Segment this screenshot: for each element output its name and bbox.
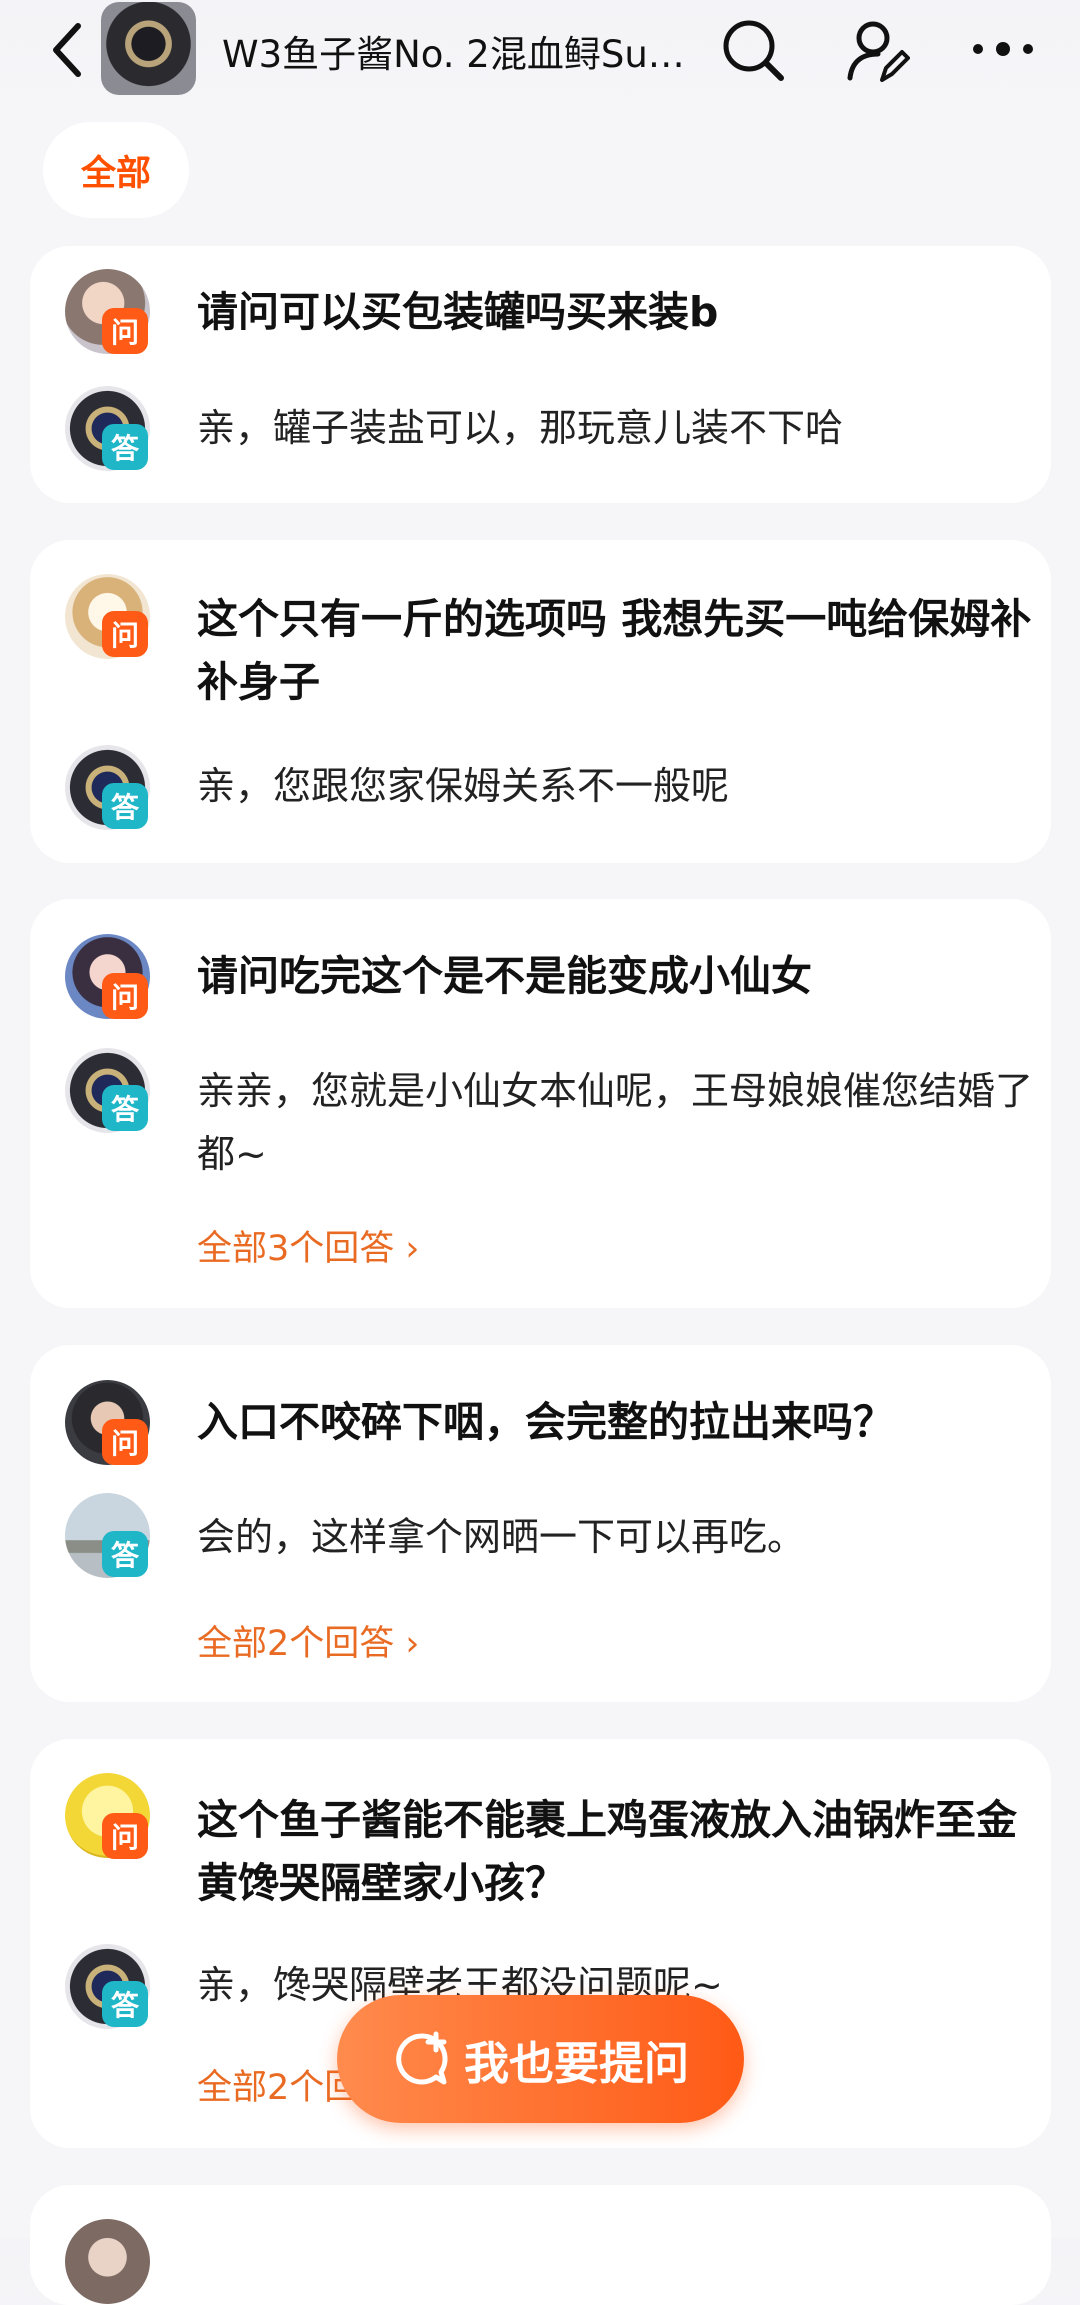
qa-card[interactable]: 问 请问吃完这个是不是能变成小仙女 答 亲亲，您就是小仙女本仙呢，王母娘娘催您结…	[30, 899, 1051, 1308]
more-icon[interactable]	[968, 14, 1038, 84]
qa-card[interactable]	[30, 2185, 1051, 2305]
question-text: 这个只有一斤的选项吗 我想先买一吨给保姆补补身子	[197, 595, 1032, 706]
user-edit-icon[interactable]	[842, 14, 912, 84]
ask-question-label: 我也要提问	[463, 2036, 689, 2090]
answer-badge: 答	[102, 424, 148, 470]
product-thumbnail[interactable]	[101, 2, 196, 95]
back-icon[interactable]	[48, 20, 88, 80]
answer-badge: 答	[102, 1531, 148, 1577]
qa-card[interactable]: 问 这个只有一斤的选项吗 我想先买一吨给保姆补补身子 答 亲，您跟您家保姆关系不…	[30, 540, 1051, 863]
question-text: 请问可以买包装罐吗买来装b	[197, 288, 719, 336]
filter-all-chip[interactable]: 全部	[43, 122, 189, 218]
qa-card[interactable]: 问 请问可以买包装罐吗买来装b 答 亲，罐子装盐可以，那玩意儿装不下哈	[30, 246, 1051, 503]
qa-card[interactable]: 问 入口不咬碎下咽，会完整的拉出来吗？ 答 会的，这样拿个网晒一下可以再吃。 全…	[30, 1345, 1051, 1702]
question-badge: 问	[102, 973, 148, 1019]
answer-text: 亲，您跟您家保姆关系不一般呢	[197, 764, 730, 808]
answer-text: 亲亲，您就是小仙女本仙呢，王母娘娘催您结婚了都~	[197, 1069, 1034, 1176]
answer-text: 会的，这样拿个网晒一下可以再吃。	[197, 1515, 806, 1559]
question-text: 入口不咬碎下咽，会完整的拉出来吗？	[197, 1398, 894, 1446]
all-answers-link[interactable]: 全部2个回答 ›	[197, 1615, 419, 1666]
question-badge: 问	[102, 1419, 148, 1465]
all-answers-link[interactable]: 全部3个回答 ›	[197, 1220, 419, 1271]
product-title[interactable]: W3鱼子酱No. 2混血鲟Sup…	[222, 24, 692, 78]
ask-question-button[interactable]: 我也要提问	[337, 1995, 744, 2123]
answer-badge: 答	[102, 1981, 148, 2027]
answer-text: 亲，罐子装盐可以，那玩意儿装不下哈	[197, 406, 844, 450]
question-text: 这个鱼子酱能不能裹上鸡蛋液放入油锅炸至金黄馋哭隔壁家小孩？	[197, 1796, 1017, 1907]
answer-badge: 答	[102, 1085, 148, 1131]
top-bar: W3鱼子酱No. 2混血鲟Sup…	[0, 0, 1080, 110]
asker-avatar	[65, 2219, 150, 2304]
question-badge: 问	[102, 1813, 148, 1859]
answer-badge: 答	[102, 783, 148, 829]
question-badge: 问	[102, 611, 148, 657]
search-icon[interactable]	[718, 14, 788, 84]
chat-plus-icon	[396, 2031, 448, 2085]
question-text: 请问吃完这个是不是能变成小仙女	[197, 952, 812, 1000]
question-badge: 问	[102, 308, 148, 354]
